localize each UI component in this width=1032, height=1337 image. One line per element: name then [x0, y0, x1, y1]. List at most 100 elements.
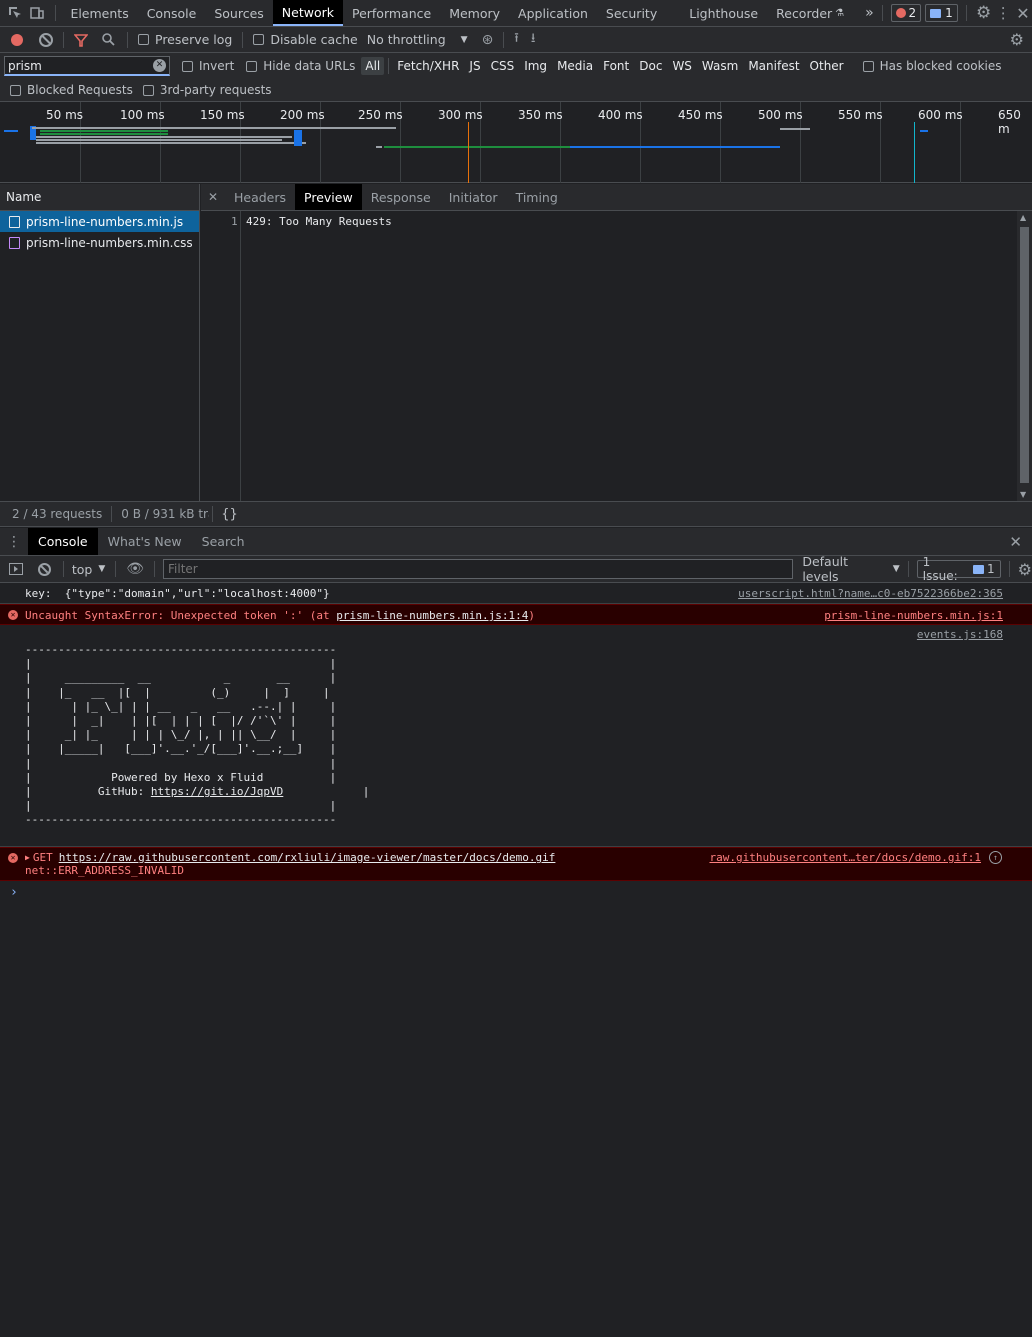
expand-arrow-icon[interactable]: ▶ — [25, 853, 30, 862]
network-settings-icon[interactable]: ⚙ — [1010, 30, 1024, 49]
tab-elements[interactable]: Elements — [61, 0, 137, 26]
tab-security[interactable]: Security — [597, 0, 666, 26]
type-filter-manifest[interactable]: Manifest — [744, 57, 803, 75]
tab-response[interactable]: Response — [362, 184, 440, 210]
response-preview[interactable]: 1 429: Too Many Requests ▲ ▼ — [201, 211, 1032, 501]
clear-icon[interactable] — [39, 32, 53, 47]
type-filter-js[interactable]: JS — [465, 57, 484, 75]
network-toolbar: Preserve log Disable cache No throttling… — [0, 27, 1032, 53]
type-filter-other[interactable]: Other — [806, 57, 848, 75]
export-har-icon[interactable]: ⭳ — [531, 29, 536, 51]
error-location-link[interactable]: prism-line-numbers.min.js:1:4 — [336, 609, 528, 622]
invert-checkbox[interactable] — [182, 60, 193, 72]
timeline-bar — [376, 146, 382, 148]
record-button[interactable] — [11, 33, 23, 46]
tab-application[interactable]: Application — [509, 0, 597, 26]
toolbar-separator — [54, 5, 56, 21]
tab-preview[interactable]: Preview — [295, 184, 362, 210]
console-message-banner[interactable]: events.js:168 --------------------------… — [0, 625, 1032, 847]
close-drawer-icon[interactable]: ✕ — [1009, 533, 1022, 551]
pretty-print-button[interactable]: {} — [221, 507, 238, 522]
context-select[interactable]: top ▼ — [72, 562, 105, 577]
drawer-tab-search[interactable]: Search — [192, 528, 255, 555]
drawer-tab-whats-new[interactable]: What's New — [98, 528, 192, 555]
disable-cache-checkbox[interactable] — [253, 34, 265, 45]
device-toolbar-icon[interactable] — [27, 0, 47, 26]
console-prompt[interactable]: › — [0, 881, 1032, 903]
close-devtools-icon[interactable]: ✕ — [1014, 4, 1032, 23]
source-link[interactable]: userscript.html?name…c0-eb7522366be2:365 — [738, 587, 1003, 600]
tab-timing[interactable]: Timing — [507, 184, 567, 210]
console-message-network-error[interactable]: ✕ ▶ GET https://raw.githubusercontent.co… — [0, 847, 1032, 881]
type-filter-css[interactable]: CSS — [487, 57, 519, 75]
tab-console[interactable]: Console — [138, 0, 206, 26]
type-filter-wasm[interactable]: Wasm — [698, 57, 742, 75]
close-detail-icon[interactable]: ✕ — [201, 190, 225, 204]
throttling-select[interactable]: No throttling ▼ — [367, 32, 468, 47]
network-conditions-icon[interactable]: ⊛ — [482, 32, 494, 48]
timeline-bar — [40, 133, 168, 135]
type-filter-fetch-xhr[interactable]: Fetch/XHR — [393, 57, 463, 75]
hide-data-urls-checkbox[interactable] — [246, 60, 258, 72]
network-request-icon[interactable]: ↑ — [989, 851, 1002, 864]
third-party-checkbox[interactable] — [142, 84, 154, 96]
scroll-down-icon[interactable]: ▼ — [1020, 490, 1026, 499]
disable-cache-label: Disable cache — [270, 32, 358, 47]
sidebar-toggle-icon[interactable] — [9, 563, 23, 575]
request-row-css[interactable]: prism-line-numbers.min.css — [0, 232, 199, 253]
source-link[interactable]: events.js:168 — [917, 628, 1003, 641]
tab-network[interactable]: Network — [272, 0, 343, 26]
search-icon[interactable] — [102, 33, 115, 46]
console-filter-input[interactable] — [163, 559, 794, 579]
request-url-link[interactable]: https://raw.githubusercontent.com/rxliul… — [59, 851, 556, 864]
message-icon — [930, 8, 942, 18]
message-badge[interactable]: 1 — [925, 4, 958, 22]
filter-input[interactable] — [5, 58, 145, 73]
tab-headers[interactable]: Headers — [225, 184, 295, 210]
drawer-menu-icon[interactable]: ⋮ — [0, 534, 28, 550]
tab-sources[interactable]: Sources — [205, 0, 272, 26]
tab-lighthouse[interactable]: Lighthouse — [680, 0, 767, 26]
console-output[interactable]: key: {"type":"domain","url":"localhost:4… — [0, 583, 1032, 1337]
tab-initiator[interactable]: Initiator — [440, 184, 507, 210]
request-row-js[interactable]: prism-line-numbers.min.js — [0, 211, 199, 232]
clear-console-icon[interactable] — [38, 562, 51, 576]
type-filter-doc[interactable]: Doc — [635, 57, 666, 75]
github-link[interactable]: https://git.io/JqpVD — [151, 785, 283, 798]
preserve-log-checkbox[interactable] — [138, 34, 149, 45]
source-link[interactable]: raw.githubusercontent…ter/docs/demo.gif:… — [709, 851, 981, 864]
request-list-header[interactable]: Name — [0, 184, 200, 211]
panel-tabs: Elements Console Sources Network Perform… — [61, 0, 853, 26]
tab-performance[interactable]: Performance — [343, 0, 440, 26]
more-tabs-icon[interactable]: » — [865, 5, 874, 21]
scroll-up-icon[interactable]: ▲ — [1020, 213, 1026, 222]
drawer-tab-console[interactable]: Console — [28, 528, 98, 555]
timeline-bar — [294, 130, 302, 146]
log-levels-select[interactable]: Default levels ▼ — [802, 554, 899, 584]
vertical-scrollbar[interactable]: ▲ ▼ — [1017, 211, 1032, 501]
console-settings-icon[interactable]: ⚙ — [1018, 560, 1032, 579]
filter-funnel-icon[interactable] — [74, 33, 88, 47]
blocked-requests-checkbox[interactable] — [10, 84, 21, 96]
tab-recorder[interactable]: Recorder ⚗ — [767, 0, 853, 26]
type-filter-media[interactable]: Media — [553, 57, 597, 75]
type-filter-font[interactable]: Font — [599, 57, 633, 75]
clear-filter-icon[interactable]: ✕ — [153, 59, 166, 72]
type-filter-all[interactable]: All — [361, 57, 385, 75]
live-expression-eye-icon[interactable]: 👁 — [126, 561, 144, 577]
console-message-error[interactable]: ✕ Uncaught SyntaxError: Unexpected token… — [0, 604, 1032, 625]
settings-gear-icon[interactable]: ⚙ — [975, 3, 993, 23]
network-overview[interactable]: 50 ms 100 ms 150 ms 200 ms 250 ms 300 ms… — [0, 102, 1032, 183]
inspect-element-icon[interactable] — [4, 0, 27, 26]
type-filter-img[interactable]: Img — [520, 57, 551, 75]
error-badge[interactable]: 2 — [890, 4, 922, 22]
has-blocked-cookies-checkbox[interactable] — [862, 60, 874, 72]
import-har-icon[interactable]: ⭱ — [514, 29, 519, 51]
source-link[interactable]: prism-line-numbers.min.js:1 — [824, 609, 1003, 622]
scrollbar-thumb[interactable] — [1020, 227, 1029, 483]
console-message-log[interactable]: key: {"type":"domain","url":"localhost:4… — [0, 583, 1032, 604]
issues-button[interactable]: 1 Issue: 1 — [916, 555, 1001, 583]
tab-memory[interactable]: Memory — [440, 0, 509, 26]
kebab-menu-icon[interactable]: ⋮ — [993, 4, 1014, 22]
type-filter-ws[interactable]: WS — [668, 57, 695, 75]
